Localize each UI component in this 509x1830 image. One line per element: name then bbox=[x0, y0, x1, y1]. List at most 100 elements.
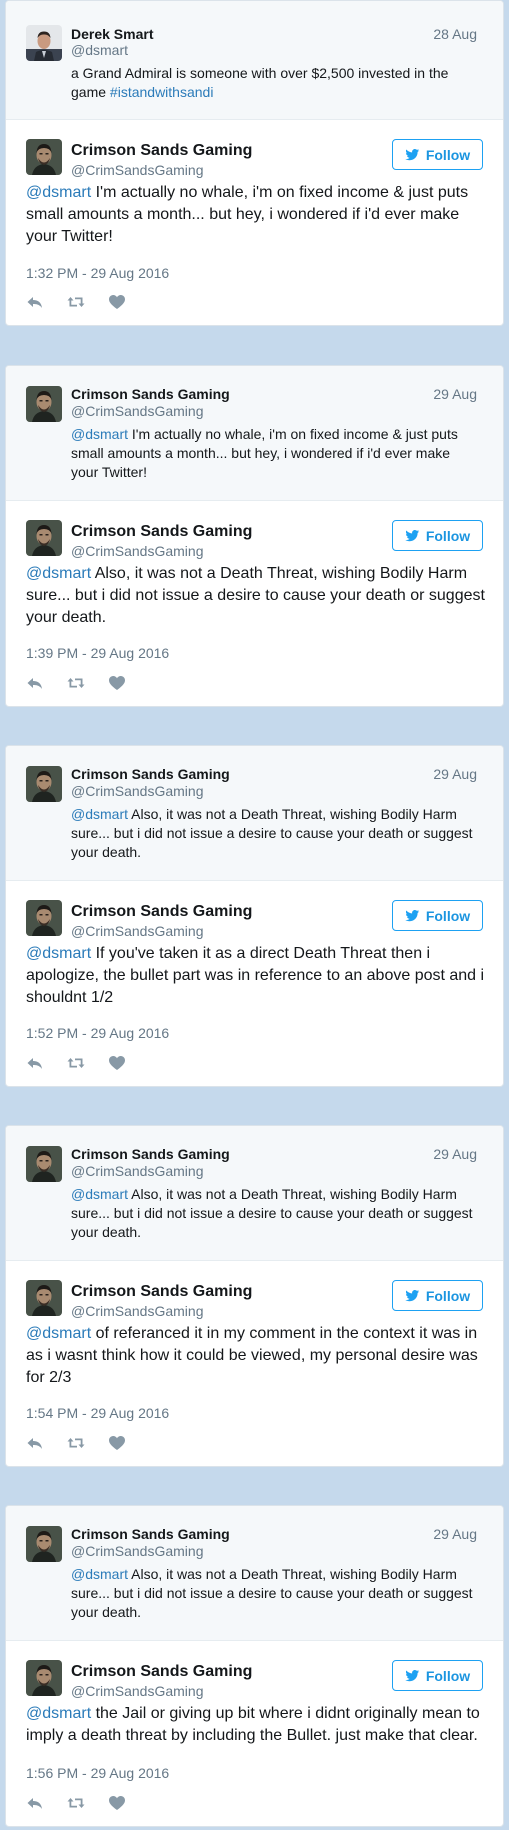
author-name[interactable]: Crimson Sands Gaming bbox=[71, 1146, 230, 1162]
tweet-timestamp[interactable]: 1:39 PM - 29 Aug 2016 bbox=[26, 645, 169, 661]
mention-link[interactable]: @dsmart bbox=[71, 1566, 128, 1582]
retweet-icon[interactable] bbox=[67, 1435, 85, 1451]
avatar[interactable] bbox=[26, 1660, 62, 1696]
quoted-tweet[interactable]: Crimson Sands Gaming @CrimSandsGaming 29… bbox=[6, 366, 503, 501]
follow-label: Follow bbox=[425, 1287, 471, 1304]
mention-link[interactable]: @dsmart bbox=[26, 1325, 91, 1342]
author-handle[interactable]: @CrimSandsGaming bbox=[71, 1543, 203, 1559]
twitter-bird-icon bbox=[405, 910, 420, 922]
author-name[interactable]: Crimson Sands Gaming bbox=[71, 1663, 252, 1681]
author-name[interactable]: Crimson Sands Gaming bbox=[71, 386, 230, 402]
tweet-card: Derek Smart @dsmart 28 Aug a Grand Admir… bbox=[5, 0, 504, 326]
mention-link[interactable]: @dsmart bbox=[26, 565, 91, 582]
avatar[interactable] bbox=[26, 900, 62, 936]
author-handle[interactable]: @CrimSandsGaming bbox=[71, 783, 203, 799]
author-handle[interactable]: @dsmart bbox=[71, 42, 128, 58]
follow-button[interactable]: Follow bbox=[392, 139, 483, 170]
follow-label: Follow bbox=[425, 146, 471, 163]
tweet-card: Crimson Sands Gaming @CrimSandsGaming 29… bbox=[5, 365, 504, 707]
author-handle[interactable]: @CrimSandsGaming bbox=[71, 543, 203, 559]
tweet-text: @dsmart I'm actually no whale, i'm on fi… bbox=[71, 425, 473, 482]
retweet-icon[interactable] bbox=[67, 1055, 85, 1071]
quoted-tweet[interactable]: Derek Smart @dsmart 28 Aug a Grand Admir… bbox=[6, 1, 503, 120]
follow-button[interactable]: Follow bbox=[392, 900, 483, 931]
twitter-bird-icon bbox=[405, 530, 420, 542]
avatar[interactable] bbox=[26, 1280, 62, 1316]
author-name[interactable]: Crimson Sands Gaming bbox=[71, 142, 252, 160]
author-handle[interactable]: @CrimSandsGaming bbox=[71, 162, 203, 178]
follow-button[interactable]: Follow bbox=[392, 520, 483, 551]
mention-link[interactable]: @dsmart bbox=[71, 1186, 128, 1202]
avatar[interactable] bbox=[26, 520, 62, 556]
tweet-date[interactable]: 28 Aug bbox=[433, 26, 477, 42]
quoted-tweet[interactable]: Crimson Sands Gaming @CrimSandsGaming 29… bbox=[6, 1126, 503, 1261]
reply-icon[interactable] bbox=[26, 675, 44, 691]
heart-icon[interactable] bbox=[108, 675, 126, 691]
mention-link[interactable]: @dsmart bbox=[26, 184, 91, 201]
tweet-date[interactable]: 29 Aug bbox=[433, 386, 477, 402]
tweet-card: Crimson Sands Gaming @CrimSandsGaming 29… bbox=[5, 1505, 504, 1827]
avatar[interactable] bbox=[26, 1526, 62, 1562]
tweet-date[interactable]: 29 Aug bbox=[433, 1526, 477, 1542]
hashtag-link[interactable]: #istandwithsandi bbox=[110, 84, 214, 100]
tweet-text-body: Also, it was not a Death Threat, wishing… bbox=[71, 1566, 473, 1620]
tweet-text: a Grand Admiral is someone with over $2,… bbox=[71, 64, 473, 102]
author-handle[interactable]: @CrimSandsGaming bbox=[71, 403, 203, 419]
author-name[interactable]: Crimson Sands Gaming bbox=[71, 1526, 230, 1542]
retweet-icon[interactable] bbox=[67, 1795, 85, 1811]
avatar[interactable] bbox=[26, 139, 62, 175]
follow-label: Follow bbox=[425, 907, 471, 924]
tweet-text-body: If you've taken it as a direct Death Thr… bbox=[26, 945, 485, 1006]
follow-label: Follow bbox=[425, 527, 471, 544]
follow-button[interactable]: Follow bbox=[392, 1280, 483, 1311]
avatar[interactable] bbox=[26, 25, 62, 61]
author-handle[interactable]: @CrimSandsGaming bbox=[71, 1303, 203, 1319]
quoted-tweet[interactable]: Crimson Sands Gaming @CrimSandsGaming 29… bbox=[6, 746, 503, 881]
quoted-tweet[interactable]: Crimson Sands Gaming @CrimSandsGaming 29… bbox=[6, 1506, 503, 1641]
heart-icon[interactable] bbox=[108, 1435, 126, 1451]
author-name[interactable]: Crimson Sands Gaming bbox=[71, 523, 252, 541]
tweet-text-body: I'm actually no whale, i'm on fixed inco… bbox=[26, 184, 469, 245]
follow-label: Follow bbox=[425, 1667, 471, 1684]
twitter-bird-icon bbox=[405, 1290, 420, 1302]
follow-button[interactable]: Follow bbox=[392, 1660, 483, 1691]
mention-link[interactable]: @dsmart bbox=[26, 1705, 91, 1722]
main-tweet: Crimson Sands Gaming @CrimSandsGaming Fo… bbox=[6, 1641, 503, 1826]
mention-link[interactable]: @dsmart bbox=[71, 806, 128, 822]
tweet-timestamp[interactable]: 1:56 PM - 29 Aug 2016 bbox=[26, 1765, 169, 1781]
mention-link[interactable]: @dsmart bbox=[71, 426, 128, 442]
main-tweet: Crimson Sands Gaming @CrimSandsGaming Fo… bbox=[6, 881, 503, 1086]
tweet-timestamp[interactable]: 1:54 PM - 29 Aug 2016 bbox=[26, 1405, 169, 1421]
author-name[interactable]: Crimson Sands Gaming bbox=[71, 903, 252, 921]
tweet-date[interactable]: 29 Aug bbox=[433, 1146, 477, 1162]
reply-icon[interactable] bbox=[26, 294, 44, 310]
retweet-icon[interactable] bbox=[67, 294, 85, 310]
tweet-actions bbox=[26, 1793, 126, 1813]
reply-icon[interactable] bbox=[26, 1435, 44, 1451]
tweet-date[interactable]: 29 Aug bbox=[433, 766, 477, 782]
tweet-timestamp[interactable]: 1:52 PM - 29 Aug 2016 bbox=[26, 1025, 169, 1041]
tweet-timestamp[interactable]: 1:32 PM - 29 Aug 2016 bbox=[26, 265, 169, 281]
author-name[interactable]: Crimson Sands Gaming bbox=[71, 1283, 252, 1301]
tweet-text-body: Also, it was not a Death Threat, wishing… bbox=[26, 565, 485, 626]
avatar[interactable] bbox=[26, 1146, 62, 1182]
tweet-text: @dsmart the Jail or giving up bit where … bbox=[26, 1703, 486, 1747]
avatar[interactable] bbox=[26, 766, 62, 802]
author-handle[interactable]: @CrimSandsGaming bbox=[71, 923, 203, 939]
heart-icon[interactable] bbox=[108, 1795, 126, 1811]
tweet-text-body: Also, it was not a Death Threat, wishing… bbox=[71, 1186, 473, 1240]
heart-icon[interactable] bbox=[108, 1055, 126, 1071]
heart-icon[interactable] bbox=[108, 294, 126, 310]
retweet-icon[interactable] bbox=[67, 675, 85, 691]
author-handle[interactable]: @CrimSandsGaming bbox=[71, 1163, 203, 1179]
avatar[interactable] bbox=[26, 386, 62, 422]
tweet-card: Crimson Sands Gaming @CrimSandsGaming 29… bbox=[5, 745, 504, 1087]
tweet-actions bbox=[26, 1053, 126, 1073]
author-handle[interactable]: @CrimSandsGaming bbox=[71, 1683, 203, 1699]
reply-icon[interactable] bbox=[26, 1055, 44, 1071]
reply-icon[interactable] bbox=[26, 1795, 44, 1811]
mention-link[interactable]: @dsmart bbox=[26, 945, 91, 962]
author-name[interactable]: Crimson Sands Gaming bbox=[71, 766, 230, 782]
author-name[interactable]: Derek Smart bbox=[71, 26, 154, 42]
tweet-text: @dsmart Also, it was not a Death Threat,… bbox=[71, 1185, 473, 1242]
